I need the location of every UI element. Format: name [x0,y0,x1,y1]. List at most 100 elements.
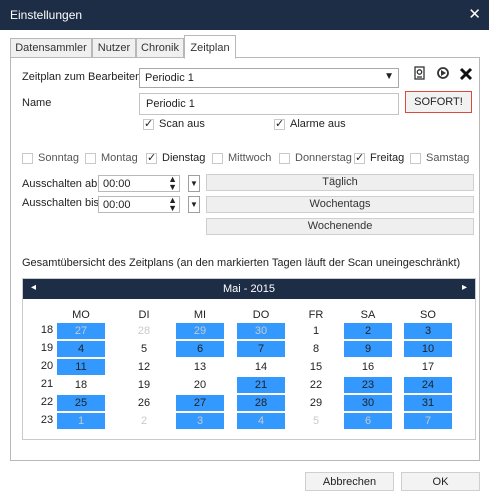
weekday-header: MI [176,309,224,321]
spinner-icon[interactable]: ▲▼ [168,196,177,212]
calendar-day[interactable]: 23 [344,377,392,393]
scan-off-label: Scan aus [159,118,205,130]
calendar-day[interactable]: 3 [404,323,452,339]
calendar-day[interactable]: 7 [237,341,285,357]
sofort-button[interactable]: SOFORT! [405,91,472,113]
calendar-day[interactable]: 26 [120,395,168,411]
calendar-day[interactable]: 20 [176,377,224,393]
next-month-icon[interactable]: ▸ [462,282,467,293]
calendar-day[interactable]: 27 [57,323,105,339]
day-sonntag-label: Sonntag [38,152,79,164]
calendar-day[interactable]: 19 [120,377,168,393]
calendar-day[interactable]: 28 [237,395,285,411]
off-from-value: 00:00 [103,178,131,190]
calendar-day[interactable]: 28 [120,323,168,339]
day-dienstag-checkbox[interactable] [146,153,157,164]
weekend-button[interactable]: Wochenende [206,218,474,235]
schedule-select-value: Periodic 1 [145,72,194,84]
calendar-day[interactable]: 30 [344,395,392,411]
weekday-header: MO [57,309,105,321]
calendar-day[interactable]: 2 [120,413,168,429]
off-until-time-input[interactable]: 00:00 ▲▼ [98,196,180,213]
off-until-label: Ausschalten bis [22,197,99,209]
calendar-day[interactable]: 25 [57,395,105,411]
name-label: Name [22,97,51,109]
overview-label: Gesamtübersicht des Zeitplans (an den ma… [22,257,460,269]
day-donnerstag-checkbox[interactable] [279,153,290,164]
calendar-day[interactable]: 2 [344,323,392,339]
scan-off-checkbox[interactable] [143,119,154,130]
calendar-day[interactable]: 6 [176,341,224,357]
alarms-off-label: Alarme aus [290,118,346,130]
calendar-day[interactable]: 4 [237,413,285,429]
day-samstag-checkbox[interactable] [410,153,421,164]
calendar-day[interactable]: 1 [57,413,105,429]
weekdays-button[interactable]: Wochentags [206,196,474,213]
calendar-day[interactable]: 3 [176,413,224,429]
close-icon[interactable]: ✕ [468,5,481,23]
calendar-day[interactable]: 9 [344,341,392,357]
day-dienstag-label: Dienstag [162,152,205,164]
tab-nutzer[interactable]: Nutzer [92,38,136,58]
calendar-day[interactable]: 15 [292,359,340,375]
day-donnerstag-label: Donnerstag [295,152,352,164]
schedule-select[interactable]: Periodic 1 ▼ [139,68,399,88]
edit-icon[interactable] [410,65,430,87]
day-montag-label: Montag [101,152,138,164]
calendar-day[interactable]: 22 [292,377,340,393]
day-mittwoch-label: Mittwoch [228,152,271,164]
refresh-icon[interactable] [433,65,453,87]
calendar-day[interactable]: 12 [120,359,168,375]
tab-datensammler[interactable]: Datensammler [10,38,92,58]
off-from-time-input[interactable]: 00:00 ▲▼ [98,175,180,192]
calendar-day[interactable]: 7 [404,413,452,429]
calendar-day[interactable]: 18 [57,377,105,393]
spinner-icon[interactable]: ▲▼ [168,175,177,191]
day-freitag-checkbox[interactable] [354,153,365,164]
tab-zeitplan[interactable]: Zeitplan [184,35,236,59]
off-until-value: 00:00 [103,199,131,211]
calendar-day[interactable]: 21 [237,377,285,393]
daily-button[interactable]: Täglich [206,174,474,191]
off-until-dropdown-icon[interactable]: ▼ [188,196,200,213]
name-input[interactable]: Periodic 1 [139,93,399,115]
calendar-month: Mai - 2015 [23,283,475,295]
title-bar: Einstellungen ✕ [0,0,489,30]
delete-icon[interactable] [456,65,476,87]
window-title: Einstellungen [10,8,82,22]
alarms-off-checkbox[interactable] [274,119,285,130]
calendar-day[interactable]: 16 [344,359,392,375]
calendar-day[interactable]: 6 [344,413,392,429]
calendar-day[interactable]: 1 [292,323,340,339]
name-input-value: Periodic 1 [146,98,195,110]
calendar-day[interactable]: 10 [404,341,452,357]
calendar-day[interactable]: 24 [404,377,452,393]
calendar-day[interactable]: 13 [176,359,224,375]
calendar-day[interactable]: 4 [57,341,105,357]
calendar-day[interactable]: 30 [237,323,285,339]
calendar-day[interactable]: 11 [57,359,105,375]
weekday-header: SO [404,309,452,321]
day-freitag-label: Freitag [370,152,404,164]
calendar-day[interactable]: 14 [237,359,285,375]
tab-chronik[interactable]: Chronik [136,38,184,58]
calendar-day[interactable]: 8 [292,341,340,357]
off-from-label: Ausschalten ab [22,178,97,190]
calendar-day[interactable]: 5 [120,341,168,357]
day-montag-checkbox[interactable] [85,153,96,164]
weekday-header: FR [292,309,340,321]
calendar-day[interactable]: 29 [292,395,340,411]
calendar-day[interactable]: 27 [176,395,224,411]
calendar-header: ◂ Mai - 2015 ▸ [23,279,475,299]
cancel-button[interactable]: Abbrechen [305,472,394,491]
off-from-dropdown-icon[interactable]: ▼ [188,175,200,192]
calendar-day[interactable]: 29 [176,323,224,339]
edit-schedule-label: Zeitplan zum Bearbeiten: [22,71,144,83]
ok-button[interactable]: OK [401,472,480,491]
day-sonntag-checkbox[interactable] [22,153,33,164]
weekday-header: DI [120,309,168,321]
calendar-day[interactable]: 17 [404,359,452,375]
calendar-day[interactable]: 31 [404,395,452,411]
day-mittwoch-checkbox[interactable] [212,153,223,164]
calendar-day[interactable]: 5 [292,413,340,429]
